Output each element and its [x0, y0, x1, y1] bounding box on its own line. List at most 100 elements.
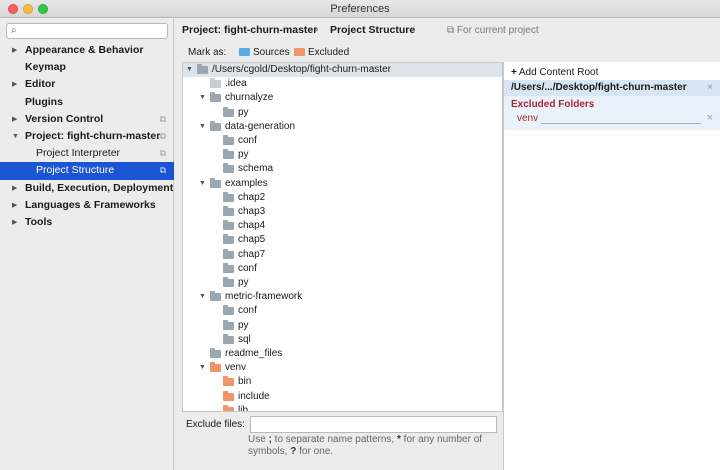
breadcrumb-separator: ›	[315, 24, 319, 35]
chevron-right-icon[interactable]: ▶	[12, 180, 17, 197]
sidebar-item-keymap[interactable]: Keymap	[0, 59, 174, 76]
content-root-path[interactable]: /Users/.../Desktop/fight-churn-master ×	[504, 80, 720, 96]
tree-node[interactable]: ▼ venv	[183, 361, 502, 375]
chevron-right-icon[interactable]: ▶	[12, 42, 17, 59]
tree-node-label: schema	[238, 163, 274, 175]
project-scope-icon: ⧉	[159, 113, 166, 124]
tree-node[interactable]: bin	[183, 375, 502, 389]
tree-node[interactable]: chap5	[183, 233, 502, 247]
sidebar-item-label: Version Control	[25, 112, 104, 125]
tree-node-label: chap2	[238, 191, 266, 203]
tree-node[interactable]: schema	[183, 162, 502, 176]
tree-node-label: conf	[238, 135, 257, 146]
chevron-down-icon[interactable]: ▼	[199, 177, 206, 191]
tree-node-label: examples	[225, 177, 268, 189]
chevron-down-icon[interactable]: ▼	[199, 120, 206, 134]
tree-node[interactable]: include	[183, 390, 502, 404]
tree-node-label: py	[238, 277, 249, 288]
remove-excluded-icon[interactable]: ×	[707, 112, 713, 124]
folder-icon	[210, 78, 221, 89]
settings-search[interactable]: ⌕	[6, 23, 168, 39]
chevron-down-icon[interactable]: ▼	[199, 91, 206, 105]
sidebar-item-editor[interactable]: ▶ Editor	[0, 76, 174, 93]
excluded-folder-item[interactable]: venv	[517, 113, 538, 124]
sidebar-item-label: Editor	[25, 78, 56, 91]
sidebar-item-version-control[interactable]: ▶ Version Control ⧉	[0, 111, 174, 128]
exclude-files-input[interactable]	[250, 416, 497, 433]
chevron-down-icon[interactable]: ▼	[186, 63, 193, 77]
tree-node[interactable]: py	[183, 106, 502, 120]
mark-sources-button[interactable]: Sources	[239, 47, 290, 58]
tree-node[interactable]: conf	[183, 262, 502, 276]
chevron-down-icon[interactable]: ▼	[199, 290, 206, 304]
sidebar-item-label: Tools	[25, 215, 53, 228]
folder-icon	[223, 262, 234, 273]
tree-node[interactable]: chap4	[183, 219, 502, 233]
content-root-pane: + Add Content Root /Users/.../Desktop/fig…	[503, 62, 720, 470]
settings-search-input[interactable]	[25, 25, 163, 37]
tree-node[interactable]: ▼ examples	[183, 177, 502, 191]
sidebar-item-languages-frameworks[interactable]: ▶ Languages & Frameworks	[0, 197, 174, 214]
folder-icon	[210, 348, 221, 358]
tree-node[interactable]: lib	[183, 404, 502, 412]
folder-icon	[223, 234, 234, 245]
tree-node[interactable]: conf	[183, 304, 502, 318]
tree-node-label: conf	[238, 305, 257, 317]
tree-node[interactable]: .idea	[183, 77, 502, 91]
tree-node[interactable]: sql	[183, 333, 502, 347]
sidebar-item-label: Project Interpreter	[36, 147, 121, 160]
chevron-down-icon[interactable]: ▼	[199, 361, 206, 375]
tree-node[interactable]: py	[183, 148, 502, 162]
chevron-right-icon[interactable]: ▶	[12, 111, 17, 128]
sidebar-item-build-execution-deployment[interactable]: ▶ Build, Execution, Deployment	[0, 180, 174, 197]
remove-root-icon[interactable]: ×	[707, 80, 713, 96]
sidebar-item-appearance-behavior[interactable]: ▶ Appearance & Behavior	[0, 42, 174, 59]
tree-node-label: lib	[238, 404, 249, 412]
sidebar-item-project-fight-churn-master[interactable]: ▼ Project: fight-churn-master ⧉	[0, 128, 174, 145]
sidebar-item-label: Project Structure	[36, 164, 115, 177]
folder-icon	[197, 64, 208, 74]
hint-part: for one.	[296, 446, 334, 457]
folder-icon	[210, 291, 221, 302]
mark-as-label: Mark as:	[188, 47, 227, 58]
tree-node[interactable]: py	[183, 319, 502, 333]
chevron-right-icon[interactable]: ▶	[12, 214, 17, 231]
project-scope-icon: ⧉	[159, 165, 166, 176]
sidebar-item-project-interpreter[interactable]: Project Interpreter ⧉	[0, 145, 174, 162]
tree-node[interactable]: chap3	[183, 205, 502, 219]
title-bar: Preferences	[0, 0, 720, 18]
sources-folder-icon	[239, 48, 250, 56]
tree-node[interactable]: ▼ metric-framework	[183, 290, 502, 304]
chevron-right-icon[interactable]: ▶	[12, 197, 17, 214]
project-scope-icon: ⧉	[159, 148, 166, 159]
chevron-down-icon[interactable]: ▼	[12, 128, 19, 145]
exclude-files-hint: Use ; to separate name patterns, * for a…	[248, 434, 500, 458]
tree-node-label: chap7	[238, 248, 266, 260]
sidebar-item-plugins[interactable]: Plugins	[0, 94, 174, 111]
tree-node[interactable]: ▼ /Users/cgold/Desktop/fight-churn-master	[183, 63, 502, 78]
mark-excluded-label: Excluded	[308, 47, 350, 58]
for-current-label: For current project	[456, 25, 539, 36]
sidebar-item-project-structure[interactable]: Project Structure ⧉	[0, 162, 174, 180]
tree-node-label: include	[238, 390, 270, 402]
tree-node[interactable]: readme_files	[183, 347, 502, 361]
add-content-root-button[interactable]: + Add Content Root	[511, 67, 598, 78]
tree-node[interactable]: chap7	[183, 248, 502, 262]
breadcrumb-project[interactable]: Project: fight-churn-master	[182, 24, 317, 36]
tree-node-label: chap3	[238, 206, 266, 217]
tree-node[interactable]: ▼ data-generation	[183, 120, 502, 134]
exclude-files-label: Exclude files:	[186, 419, 245, 430]
tree-node-label: metric-framework	[225, 291, 303, 303]
project-tree[interactable]: ▼ /Users/cgold/Desktop/fight-churn-master…	[182, 62, 503, 412]
excluded-divider	[541, 123, 701, 124]
sidebar-item-label: Keymap	[25, 61, 66, 74]
for-current-project: ⧉ For current project	[447, 25, 539, 36]
tree-node[interactable]: chap2	[183, 191, 502, 205]
sidebar-item-tools[interactable]: ▶ Tools	[0, 214, 174, 231]
mark-excluded-button[interactable]: Excluded	[294, 47, 349, 58]
tree-node[interactable]: py	[183, 276, 502, 290]
folder-icon	[223, 220, 234, 231]
tree-node[interactable]: conf	[183, 134, 502, 148]
chevron-right-icon[interactable]: ▶	[12, 76, 17, 93]
tree-node[interactable]: ▼ churnalyze	[183, 91, 502, 105]
